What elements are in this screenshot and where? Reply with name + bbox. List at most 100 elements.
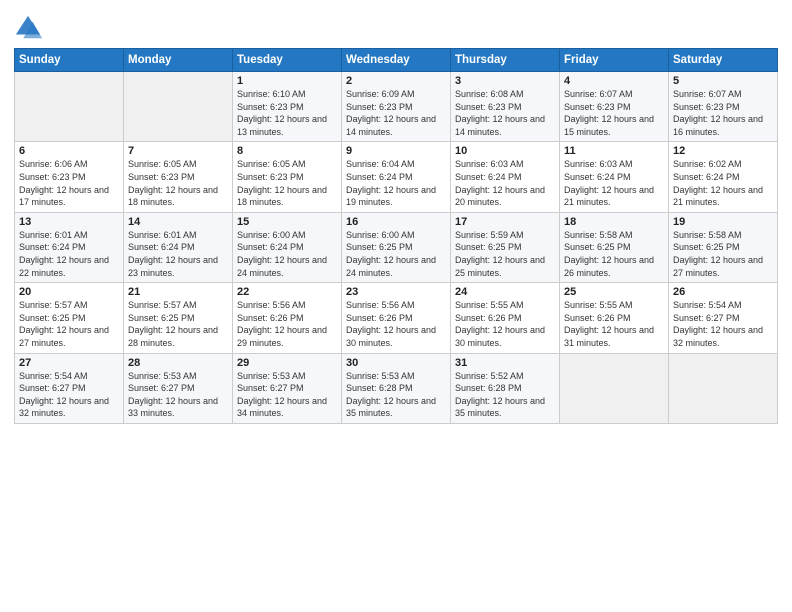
calendar-cell: 16 Sunrise: 6:00 AMSunset: 6:25 PMDaylig… xyxy=(342,212,451,282)
day-number: 12 xyxy=(673,145,773,157)
weekday-header-wednesday: Wednesday xyxy=(342,49,451,72)
calendar-cell: 13 Sunrise: 6:01 AMSunset: 6:24 PMDaylig… xyxy=(15,212,124,282)
day-info: Sunrise: 5:52 AMSunset: 6:28 PMDaylight:… xyxy=(455,371,545,419)
day-number: 10 xyxy=(455,145,555,157)
day-info: Sunrise: 6:01 AMSunset: 6:24 PMDaylight:… xyxy=(128,230,218,278)
calendar-cell: 25 Sunrise: 5:55 AMSunset: 6:26 PMDaylig… xyxy=(560,283,669,353)
calendar-cell: 8 Sunrise: 6:05 AMSunset: 6:23 PMDayligh… xyxy=(233,142,342,212)
calendar-header: SundayMondayTuesdayWednesdayThursdayFrid… xyxy=(15,49,778,72)
calendar-cell: 9 Sunrise: 6:04 AMSunset: 6:24 PMDayligh… xyxy=(342,142,451,212)
day-info: Sunrise: 6:09 AMSunset: 6:23 PMDaylight:… xyxy=(346,89,436,137)
calendar-week-2: 6 Sunrise: 6:06 AMSunset: 6:23 PMDayligh… xyxy=(15,142,778,212)
calendar-table: SundayMondayTuesdayWednesdayThursdayFrid… xyxy=(14,48,778,424)
calendar-cell: 27 Sunrise: 5:54 AMSunset: 6:27 PMDaylig… xyxy=(15,353,124,423)
calendar-cell: 5 Sunrise: 6:07 AMSunset: 6:23 PMDayligh… xyxy=(669,72,778,142)
day-number: 4 xyxy=(564,75,664,87)
calendar-cell xyxy=(124,72,233,142)
calendar-cell: 10 Sunrise: 6:03 AMSunset: 6:24 PMDaylig… xyxy=(451,142,560,212)
day-info: Sunrise: 6:08 AMSunset: 6:23 PMDaylight:… xyxy=(455,89,545,137)
day-number: 19 xyxy=(673,216,773,228)
day-info: Sunrise: 5:56 AMSunset: 6:26 PMDaylight:… xyxy=(346,300,436,348)
day-number: 23 xyxy=(346,286,446,298)
calendar-cell: 6 Sunrise: 6:06 AMSunset: 6:23 PMDayligh… xyxy=(15,142,124,212)
day-info: Sunrise: 5:58 AMSunset: 6:25 PMDaylight:… xyxy=(564,230,654,278)
calendar-cell: 26 Sunrise: 5:54 AMSunset: 6:27 PMDaylig… xyxy=(669,283,778,353)
day-info: Sunrise: 5:53 AMSunset: 6:27 PMDaylight:… xyxy=(128,371,218,419)
calendar-cell: 20 Sunrise: 5:57 AMSunset: 6:25 PMDaylig… xyxy=(15,283,124,353)
weekday-header-tuesday: Tuesday xyxy=(233,49,342,72)
day-info: Sunrise: 6:01 AMSunset: 6:24 PMDaylight:… xyxy=(19,230,109,278)
day-info: Sunrise: 6:07 AMSunset: 6:23 PMDaylight:… xyxy=(564,89,654,137)
calendar-cell: 21 Sunrise: 5:57 AMSunset: 6:25 PMDaylig… xyxy=(124,283,233,353)
day-number: 27 xyxy=(19,357,119,369)
day-info: Sunrise: 6:07 AMSunset: 6:23 PMDaylight:… xyxy=(673,89,763,137)
logo xyxy=(14,14,44,42)
day-info: Sunrise: 6:00 AMSunset: 6:24 PMDaylight:… xyxy=(237,230,327,278)
day-info: Sunrise: 6:03 AMSunset: 6:24 PMDaylight:… xyxy=(564,159,654,207)
calendar-cell: 17 Sunrise: 5:59 AMSunset: 6:25 PMDaylig… xyxy=(451,212,560,282)
calendar-week-1: 1 Sunrise: 6:10 AMSunset: 6:23 PMDayligh… xyxy=(15,72,778,142)
day-info: Sunrise: 6:00 AMSunset: 6:25 PMDaylight:… xyxy=(346,230,436,278)
calendar-cell: 3 Sunrise: 6:08 AMSunset: 6:23 PMDayligh… xyxy=(451,72,560,142)
calendar-cell: 12 Sunrise: 6:02 AMSunset: 6:24 PMDaylig… xyxy=(669,142,778,212)
day-info: Sunrise: 6:03 AMSunset: 6:24 PMDaylight:… xyxy=(455,159,545,207)
weekday-row: SundayMondayTuesdayWednesdayThursdayFrid… xyxy=(15,49,778,72)
day-number: 2 xyxy=(346,75,446,87)
weekday-header-saturday: Saturday xyxy=(669,49,778,72)
day-info: Sunrise: 5:55 AMSunset: 6:26 PMDaylight:… xyxy=(455,300,545,348)
calendar-cell: 23 Sunrise: 5:56 AMSunset: 6:26 PMDaylig… xyxy=(342,283,451,353)
day-info: Sunrise: 6:05 AMSunset: 6:23 PMDaylight:… xyxy=(237,159,327,207)
calendar-cell: 22 Sunrise: 5:56 AMSunset: 6:26 PMDaylig… xyxy=(233,283,342,353)
calendar-week-5: 27 Sunrise: 5:54 AMSunset: 6:27 PMDaylig… xyxy=(15,353,778,423)
day-info: Sunrise: 5:55 AMSunset: 6:26 PMDaylight:… xyxy=(564,300,654,348)
day-number: 7 xyxy=(128,145,228,157)
day-number: 15 xyxy=(237,216,337,228)
day-number: 22 xyxy=(237,286,337,298)
day-info: Sunrise: 5:56 AMSunset: 6:26 PMDaylight:… xyxy=(237,300,327,348)
day-info: Sunrise: 6:06 AMSunset: 6:23 PMDaylight:… xyxy=(19,159,109,207)
calendar-cell: 4 Sunrise: 6:07 AMSunset: 6:23 PMDayligh… xyxy=(560,72,669,142)
day-number: 13 xyxy=(19,216,119,228)
calendar-cell: 15 Sunrise: 6:00 AMSunset: 6:24 PMDaylig… xyxy=(233,212,342,282)
calendar-cell: 30 Sunrise: 5:53 AMSunset: 6:28 PMDaylig… xyxy=(342,353,451,423)
weekday-header-friday: Friday xyxy=(560,49,669,72)
day-info: Sunrise: 6:10 AMSunset: 6:23 PMDaylight:… xyxy=(237,89,327,137)
day-number: 25 xyxy=(564,286,664,298)
day-info: Sunrise: 5:59 AMSunset: 6:25 PMDaylight:… xyxy=(455,230,545,278)
calendar-container: SundayMondayTuesdayWednesdayThursdayFrid… xyxy=(0,0,792,612)
day-number: 16 xyxy=(346,216,446,228)
calendar-body: 1 Sunrise: 6:10 AMSunset: 6:23 PMDayligh… xyxy=(15,72,778,424)
day-number: 5 xyxy=(673,75,773,87)
day-info: Sunrise: 5:54 AMSunset: 6:27 PMDaylight:… xyxy=(19,371,109,419)
day-number: 18 xyxy=(564,216,664,228)
day-number: 3 xyxy=(455,75,555,87)
day-info: Sunrise: 6:05 AMSunset: 6:23 PMDaylight:… xyxy=(128,159,218,207)
day-number: 28 xyxy=(128,357,228,369)
day-number: 14 xyxy=(128,216,228,228)
calendar-cell: 24 Sunrise: 5:55 AMSunset: 6:26 PMDaylig… xyxy=(451,283,560,353)
day-info: Sunrise: 5:53 AMSunset: 6:27 PMDaylight:… xyxy=(237,371,327,419)
day-number: 20 xyxy=(19,286,119,298)
day-number: 31 xyxy=(455,357,555,369)
day-number: 30 xyxy=(346,357,446,369)
calendar-week-3: 13 Sunrise: 6:01 AMSunset: 6:24 PMDaylig… xyxy=(15,212,778,282)
day-info: Sunrise: 6:04 AMSunset: 6:24 PMDaylight:… xyxy=(346,159,436,207)
calendar-cell: 28 Sunrise: 5:53 AMSunset: 6:27 PMDaylig… xyxy=(124,353,233,423)
calendar-cell: 29 Sunrise: 5:53 AMSunset: 6:27 PMDaylig… xyxy=(233,353,342,423)
day-number: 29 xyxy=(237,357,337,369)
calendar-cell: 11 Sunrise: 6:03 AMSunset: 6:24 PMDaylig… xyxy=(560,142,669,212)
calendar-cell xyxy=(560,353,669,423)
header xyxy=(14,10,778,42)
weekday-header-thursday: Thursday xyxy=(451,49,560,72)
day-number: 26 xyxy=(673,286,773,298)
calendar-cell xyxy=(15,72,124,142)
day-number: 17 xyxy=(455,216,555,228)
calendar-cell: 7 Sunrise: 6:05 AMSunset: 6:23 PMDayligh… xyxy=(124,142,233,212)
logo-icon xyxy=(14,14,42,42)
day-info: Sunrise: 5:58 AMSunset: 6:25 PMDaylight:… xyxy=(673,230,763,278)
calendar-week-4: 20 Sunrise: 5:57 AMSunset: 6:25 PMDaylig… xyxy=(15,283,778,353)
day-info: Sunrise: 5:53 AMSunset: 6:28 PMDaylight:… xyxy=(346,371,436,419)
calendar-cell: 2 Sunrise: 6:09 AMSunset: 6:23 PMDayligh… xyxy=(342,72,451,142)
weekday-header-monday: Monday xyxy=(124,49,233,72)
day-number: 6 xyxy=(19,145,119,157)
